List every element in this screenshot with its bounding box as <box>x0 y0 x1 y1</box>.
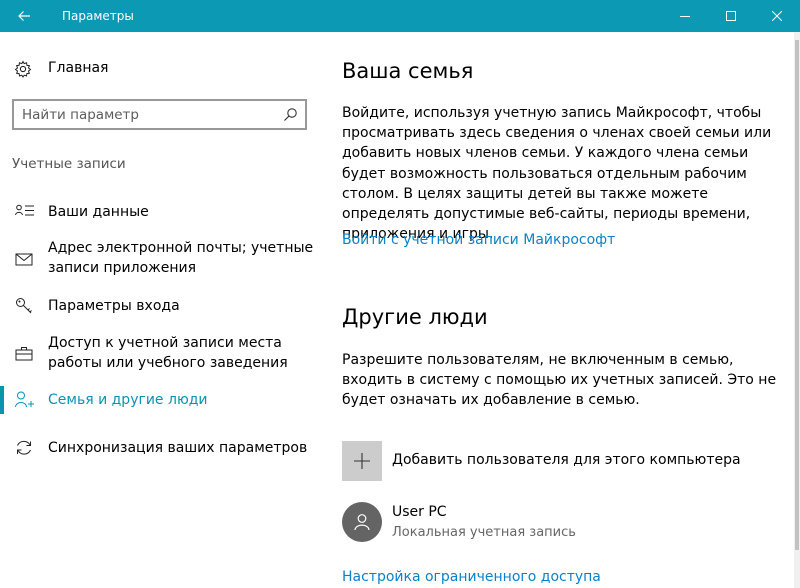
sidebar-item-label: Семья и другие люди <box>48 392 208 408</box>
close-button[interactable] <box>754 0 800 32</box>
close-icon <box>772 11 782 21</box>
sidebar-item-sign-in[interactable]: Параметры входа <box>0 294 330 318</box>
restricted-access-link[interactable]: Настройка ограниченного доступа <box>342 569 601 585</box>
scrollbar-thumb[interactable] <box>795 40 799 550</box>
person-add-icon <box>15 391 34 408</box>
sidebar-home[interactable]: Главная <box>0 54 330 84</box>
sidebar-item-work-access[interactable]: Доступ к учетной записи места работы или… <box>0 332 330 376</box>
sidebar-item-label: Доступ к учетной записи места работы или… <box>48 335 288 371</box>
main-content: Ваша семья Войдите, используя учетную за… <box>342 32 782 588</box>
title-bar: Параметры <box>0 0 800 32</box>
sidebar-home-label: Главная <box>48 60 109 76</box>
mail-icon <box>15 253 33 266</box>
add-tile[interactable] <box>342 441 382 481</box>
sidebar: Главная Учетные записи Ваши данные Адрес… <box>0 32 330 588</box>
account-type: Локальная учетная запись <box>392 525 576 540</box>
sidebar-item-email[interactable]: Адрес электронной почты; учетные записи … <box>0 237 330 281</box>
window-title: Параметры <box>62 9 134 23</box>
person-card-icon <box>15 204 34 216</box>
briefcase-icon <box>15 347 33 361</box>
search-icon[interactable] <box>283 107 298 122</box>
plus-icon <box>354 453 370 469</box>
other-people-heading: Другие люди <box>342 305 488 329</box>
back-button[interactable] <box>0 0 48 32</box>
add-user-label: Добавить пользователя для этого компьюте… <box>392 452 741 468</box>
sidebar-item-sync[interactable]: Синхронизация ваших параметров <box>0 436 330 460</box>
sync-icon <box>17 440 31 455</box>
sidebar-item-label: Адрес электронной почты; учетные записи … <box>48 240 314 276</box>
add-user-button[interactable]: Добавить пользователя для этого компьюте… <box>342 441 782 483</box>
gear-icon <box>14 60 32 78</box>
user-icon <box>354 514 370 531</box>
back-arrow-icon <box>18 11 30 21</box>
sidebar-item-label: Синхронизация ваших параметров <box>48 440 308 456</box>
maximize-button[interactable] <box>708 0 754 32</box>
sidebar-item-family[interactable]: Семья и другие люди <box>0 388 330 412</box>
search-input[interactable] <box>22 105 272 124</box>
key-icon <box>16 298 32 314</box>
avatar <box>342 502 382 542</box>
user-name: User PC <box>392 504 447 520</box>
sidebar-item-label: Параметры входа <box>48 298 180 314</box>
family-heading: Ваша семья <box>342 59 474 83</box>
microsoft-signin-link[interactable]: Войти с учетной записи Майкрософт <box>342 232 615 248</box>
minimize-icon <box>680 16 690 17</box>
section-title: Учетные записи <box>12 156 126 172</box>
maximize-icon <box>726 11 736 21</box>
scrollbar[interactable] <box>794 32 800 588</box>
other-people-description: Разрешите пользователям, не включенным в… <box>342 352 777 409</box>
family-description: Войдите, используя учетную запись Майкро… <box>342 105 772 243</box>
search-box[interactable] <box>12 99 307 130</box>
sidebar-item-your-info[interactable]: Ваши данные <box>0 200 330 224</box>
user-account-item[interactable]: User PC Локальная учетная запись <box>342 502 782 544</box>
sidebar-item-label: Ваши данные <box>48 204 149 220</box>
minimize-button[interactable] <box>662 0 708 32</box>
